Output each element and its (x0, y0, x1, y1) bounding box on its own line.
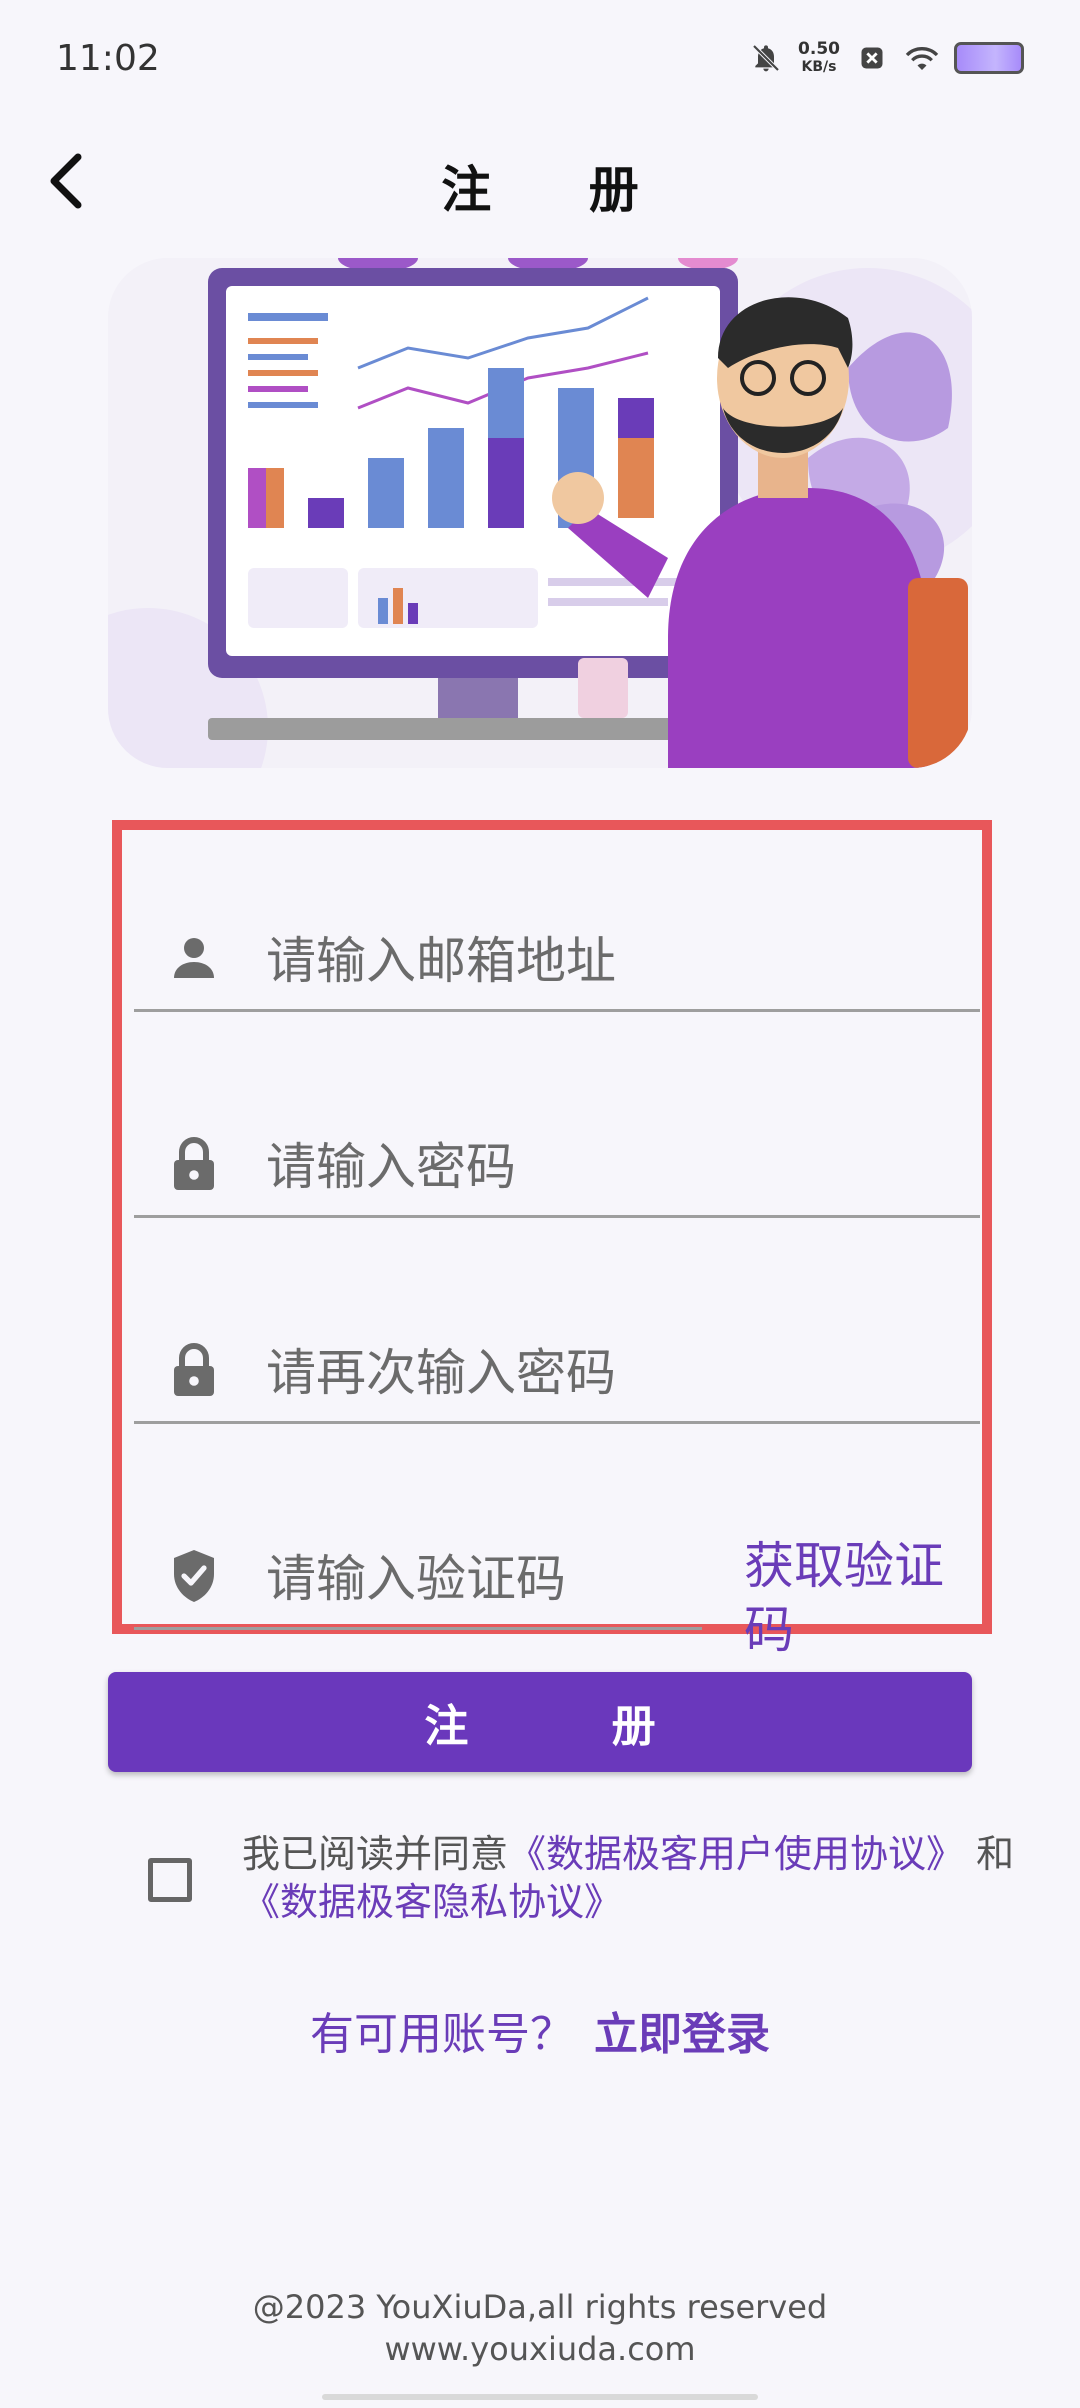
agreement-text: 我已阅读并同意《数据极客用户使用协议》 和 《数据极客隐私协议》 (242, 1830, 1080, 1926)
status-icons: 0.50 KB/s (748, 40, 1024, 76)
login-prompt-text: 有可用账号？ (310, 2009, 574, 2060)
privacy-policy-link[interactable]: 《数据极客隐私协议》 (242, 1880, 622, 1924)
wifi-icon (904, 40, 940, 76)
password-confirm-row (134, 1304, 980, 1424)
email-underline (134, 1009, 980, 1012)
app-header: 注 册 (0, 120, 1080, 240)
email-field[interactable] (264, 920, 968, 1002)
register-form: 获取验证码 (112, 820, 992, 1659)
shield-check-icon (168, 1550, 220, 1602)
hero-illustration (108, 258, 972, 768)
agreement-prefix: 我已阅读并同意 (242, 1832, 509, 1876)
copyright-text: @2023 YouXiuDa,all rights reserved (252, 2288, 828, 2326)
password-row (134, 1098, 980, 1218)
page-title: 注 册 (441, 161, 679, 219)
password-confirm-field[interactable] (264, 1332, 968, 1414)
net-speed-value: 0.50 (798, 39, 840, 59)
lock-icon (168, 1343, 220, 1396)
password-confirm-underline (134, 1421, 980, 1424)
battery-icon (954, 42, 1024, 74)
password-underline (134, 1215, 980, 1218)
sim-x-icon (854, 40, 890, 76)
person-icon (168, 932, 220, 984)
footer: @2023 YouXiuDa,all rights reserved www.y… (0, 2286, 1080, 2370)
code-underline (134, 1627, 702, 1630)
status-time: 11:02 (56, 38, 160, 79)
net-speed: 0.50 KB/s (798, 40, 840, 76)
login-link[interactable]: 立即登录 (594, 2009, 770, 2060)
code-row: 获取验证码 (134, 1510, 980, 1659)
agree-checkbox[interactable] (148, 1858, 192, 1902)
website-text: www.youxiuda.com (384, 2330, 696, 2368)
password-field[interactable] (264, 1126, 968, 1208)
email-row (134, 892, 980, 1012)
status-bar: 11:02 0.50 KB/s (0, 0, 1080, 120)
lock-icon (168, 1137, 220, 1190)
get-code-button[interactable]: 获取验证码 (744, 1534, 974, 1662)
bell-off-icon (748, 40, 784, 76)
register-button[interactable]: 注 册 (108, 1672, 972, 1772)
net-speed-unit: KB/s (801, 59, 837, 75)
login-prompt: 有可用账号？ 立即登录 (0, 1998, 1080, 2062)
user-agreement-link[interactable]: 《数据极客用户使用协议》 (508, 1832, 964, 1876)
analytics-illustration (108, 258, 972, 768)
verification-code-field[interactable] (264, 1538, 688, 1620)
home-indicator[interactable] (322, 2394, 758, 2400)
agreement-and: 和 (964, 1832, 1015, 1876)
